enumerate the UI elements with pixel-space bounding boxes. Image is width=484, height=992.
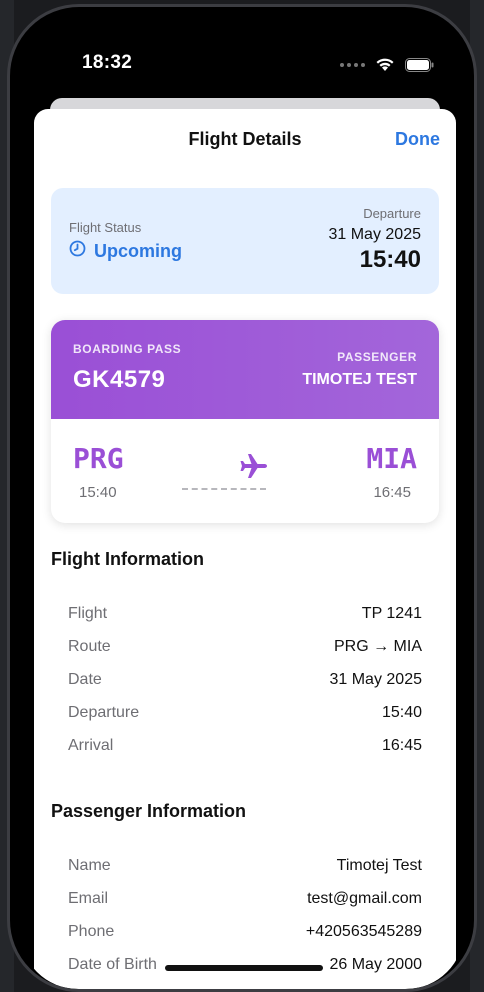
info-row-email: Email test@gmail.com (68, 890, 422, 912)
flight-status-value: Upcoming (69, 240, 182, 262)
boarding-pass-label: BOARDING PASS (73, 342, 182, 356)
info-value: 31 May 2025 (329, 671, 422, 688)
info-value: PRG → MIA (333, 638, 422, 655)
info-value: 16:45 (381, 737, 422, 754)
wifi-icon (375, 57, 395, 72)
departure-time: 15:40 (359, 246, 421, 273)
info-row-flight: Flight TP 1241 (68, 605, 422, 627)
flight-details-sheet: Flight Details Done Flight Status Upcomi… (34, 109, 456, 989)
info-label: Date of Birth (68, 956, 157, 973)
info-row-name: Name Timotej Test (68, 857, 422, 879)
departure-date: 31 May 2025 (328, 226, 421, 243)
screen: 18:32 Flight Details Done Flight Status … (20, 15, 464, 989)
boarding-pass-card[interactable]: BOARDING PASS GK4579 PASSENGER TIMOTEJ T… (51, 320, 439, 523)
passenger-label: PASSENGER (337, 350, 417, 364)
flight-status-label: Flight Status (69, 220, 142, 235)
destination-time: 16:45 (373, 484, 411, 501)
info-row-date: Date 31 May 2025 (68, 671, 422, 693)
clock-icon (69, 240, 86, 262)
flight-information-title: Flight Information (51, 549, 204, 569)
info-label: Departure (68, 704, 140, 721)
info-value: +420563545289 (305, 923, 422, 940)
route-dashed-line (182, 488, 266, 490)
info-label: Date (68, 671, 102, 688)
info-label: Route (68, 638, 111, 655)
destination-airport-code: MIA (366, 442, 417, 475)
status-time: 18:32 (82, 52, 133, 73)
departure-label: Departure (363, 206, 421, 221)
status-icons (340, 57, 434, 72)
phone-frame: 18:32 Flight Details Done Flight Status … (7, 4, 477, 992)
info-row-phone: Phone +420563545289 (68, 923, 422, 945)
status-bar: 18:32 (20, 15, 464, 105)
info-label: Arrival (68, 737, 114, 754)
airplane-icon (240, 453, 268, 484)
boarding-pass-header: BOARDING PASS GK4579 PASSENGER TIMOTEJ T… (51, 320, 439, 419)
info-label: Phone (68, 923, 115, 940)
flight-status-text: Upcoming (94, 240, 182, 261)
info-value: 26 May 2000 (329, 956, 422, 973)
cellular-icon (340, 62, 365, 67)
flight-status-card: Flight Status Upcoming Departure 31 May … (51, 188, 439, 294)
page-title: Flight Details (188, 129, 302, 149)
origin-airport-code: PRG (73, 442, 124, 475)
passenger-information-title: Passenger Information (51, 801, 247, 821)
info-row-arrival: Arrival 16:45 (68, 737, 422, 759)
info-label: Email (68, 890, 109, 907)
info-value: Timotej Test (336, 857, 422, 874)
origin-time: 15:40 (79, 484, 117, 501)
booking-code: GK4579 (73, 366, 166, 393)
passenger-name: TIMOTEJ TEST (302, 371, 417, 388)
done-button[interactable]: Done (395, 129, 440, 150)
info-label: Name (68, 857, 111, 874)
info-value: test@gmail.com (307, 890, 422, 907)
battery-icon (405, 57, 434, 72)
info-row-departure: Departure 15:40 (68, 704, 422, 726)
info-value: 15:40 (381, 704, 422, 721)
info-row-route: Route PRG → MIA (68, 638, 422, 660)
info-value: TP 1241 (361, 605, 422, 622)
info-label: Flight (68, 605, 108, 622)
home-indicator[interactable] (165, 965, 323, 971)
